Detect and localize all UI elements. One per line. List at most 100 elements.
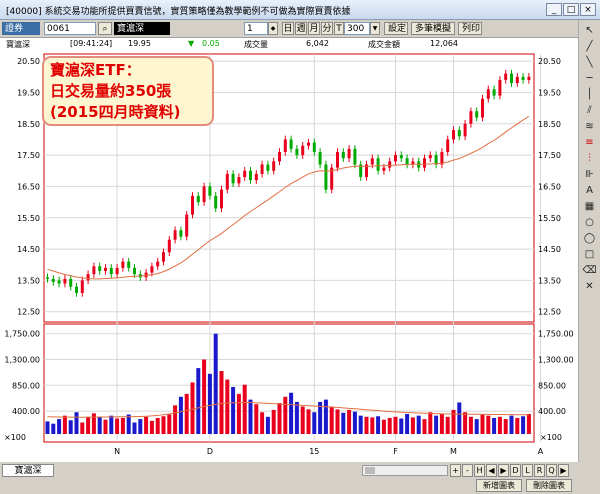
candle-body bbox=[405, 158, 409, 165]
eraser-tool-icon[interactable]: ⌫ bbox=[582, 264, 597, 277]
time-tick-label: F bbox=[393, 447, 398, 456]
nav-button-2[interactable]: H bbox=[474, 464, 485, 477]
nav-button-5[interactable]: D bbox=[510, 464, 521, 477]
nav-button-3[interactable]: ◀ bbox=[486, 464, 497, 477]
grid-tool-icon[interactable]: ▦ bbox=[582, 200, 597, 213]
symbol-code-input[interactable]: 0061 bbox=[44, 22, 96, 35]
volume-bar bbox=[352, 411, 357, 434]
candle-body bbox=[225, 173, 229, 190]
volume-bar bbox=[254, 404, 259, 434]
spinner-icon[interactable]: ◆ bbox=[268, 22, 278, 35]
candle-body bbox=[428, 155, 432, 159]
candle-body bbox=[347, 148, 351, 159]
toolbar: 證券 0061 ⌕ 寶滬深 1 ◆ 日 週 月 分 T 300 ▼ 設定 多筆模… bbox=[0, 20, 600, 38]
period-week-button[interactable]: 週 bbox=[295, 22, 307, 35]
candle-body bbox=[127, 261, 131, 268]
chevron-down-icon[interactable]: ▼ bbox=[370, 22, 380, 35]
field-value-input[interactable]: 1 bbox=[244, 22, 268, 35]
scrollbar-thumb[interactable] bbox=[365, 467, 375, 474]
nav-button-6[interactable]: L bbox=[522, 464, 533, 477]
volume-bar bbox=[335, 409, 340, 434]
nav-button-9[interactable]: ▶ bbox=[558, 464, 569, 477]
print-button[interactable]: 列印 bbox=[458, 22, 482, 35]
line-tool-icon[interactable]: ╱ bbox=[582, 40, 597, 53]
restore-button[interactable]: □ bbox=[563, 3, 579, 16]
candle-body bbox=[185, 214, 189, 237]
volume-bar bbox=[497, 416, 502, 434]
volume-bar bbox=[503, 419, 508, 434]
volume-bars bbox=[45, 333, 531, 434]
fan-tool-icon[interactable]: ≋ bbox=[582, 120, 597, 133]
candle-body bbox=[301, 145, 305, 156]
period-minute-button[interactable]: 分 bbox=[321, 22, 333, 35]
volume-bar bbox=[213, 333, 218, 434]
horizontal-tool-icon[interactable]: ─ bbox=[582, 72, 597, 85]
vertical-tool-icon[interactable]: │ bbox=[582, 88, 597, 101]
nav-button-4[interactable]: ▶ bbox=[498, 464, 509, 477]
period-month-button[interactable]: 月 bbox=[308, 22, 320, 35]
volume-bar bbox=[57, 419, 62, 434]
quote-time: [09:41:24] bbox=[70, 39, 113, 48]
parallel-tool-icon[interactable]: ⫽ bbox=[582, 104, 597, 117]
volume-bar bbox=[347, 409, 352, 434]
candle-body bbox=[104, 267, 107, 272]
volume-bar bbox=[231, 387, 236, 434]
candle-body bbox=[388, 161, 392, 168]
nav-button-1[interactable]: - bbox=[462, 464, 473, 477]
volume-bar bbox=[486, 415, 491, 434]
price-tick-label: 17.50 bbox=[17, 151, 40, 160]
volume-tick-label: 400.00 bbox=[12, 407, 40, 416]
delete-tool-icon[interactable]: ✕ bbox=[582, 280, 597, 293]
nav-button-0[interactable]: + bbox=[450, 464, 461, 477]
candle-body bbox=[75, 286, 78, 293]
time-tick-label: M bbox=[450, 447, 457, 456]
search-icon[interactable]: ⌕ bbox=[98, 22, 112, 35]
volume-bar bbox=[515, 417, 520, 434]
volume-bar bbox=[196, 368, 201, 434]
volume-tick-label: 1,300.00 bbox=[4, 356, 40, 365]
volume-bar bbox=[51, 423, 56, 434]
volume-bar bbox=[463, 412, 468, 434]
fibonacci-tool-icon[interactable]: ≡ bbox=[582, 136, 597, 149]
candle-body bbox=[399, 155, 403, 159]
settings-button[interactable]: 設定 bbox=[384, 22, 408, 35]
close-button[interactable]: × bbox=[580, 3, 596, 16]
nav-button-8[interactable]: Q bbox=[546, 464, 557, 477]
volume-bar bbox=[468, 416, 473, 434]
volume-bar bbox=[474, 419, 479, 434]
circle-tool-icon[interactable]: ○ bbox=[582, 216, 597, 229]
gann-tool-icon[interactable]: ⫶ bbox=[582, 152, 597, 165]
market-select[interactable]: 證券 bbox=[2, 22, 40, 35]
cursor-tool-icon[interactable]: ↖ bbox=[582, 24, 597, 37]
diagonal-tool-icon[interactable]: ╲ bbox=[582, 56, 597, 69]
volume-bar bbox=[161, 416, 166, 434]
volume-bar bbox=[387, 417, 392, 434]
candle-body bbox=[312, 142, 316, 152]
add-chart-button[interactable]: 新增圖表 bbox=[476, 479, 522, 492]
volume-bar bbox=[103, 419, 108, 434]
scrollbar[interactable] bbox=[362, 465, 448, 476]
candle-body bbox=[318, 151, 322, 165]
candle-body bbox=[86, 274, 90, 281]
remove-chart-button[interactable]: 刪除圖表 bbox=[526, 479, 572, 492]
multi-simulate-button[interactable]: 多筆模擬 bbox=[411, 22, 455, 35]
volume-bar bbox=[422, 419, 427, 434]
volume-bar bbox=[376, 416, 381, 434]
time-tool-icon[interactable]: ⊪ bbox=[582, 168, 597, 181]
rectangle-tool-icon[interactable]: □ bbox=[582, 248, 597, 261]
period-day-button[interactable]: 日 bbox=[282, 22, 294, 35]
text-tool-icon[interactable]: A bbox=[582, 184, 597, 197]
volume-bar bbox=[300, 406, 305, 434]
candle-body bbox=[167, 239, 171, 253]
ellipse-tool-icon[interactable]: ◯ bbox=[582, 232, 597, 245]
bottom-bar: 寶滬深 + - H ◀ ▶ D L R Q ▶ 新增圖表 刪除圖表 bbox=[0, 462, 600, 494]
candle-body bbox=[214, 195, 218, 209]
volume-bar bbox=[80, 422, 85, 434]
chart-tab[interactable]: 寶滬深 bbox=[2, 464, 54, 477]
volume-bar bbox=[329, 406, 334, 434]
period-tick-button[interactable]: T bbox=[334, 22, 344, 35]
candle-body bbox=[521, 76, 525, 80]
minimize-button[interactable]: _ bbox=[546, 3, 562, 16]
nav-button-7[interactable]: R bbox=[534, 464, 545, 477]
count-input[interactable]: 300 bbox=[344, 22, 370, 35]
